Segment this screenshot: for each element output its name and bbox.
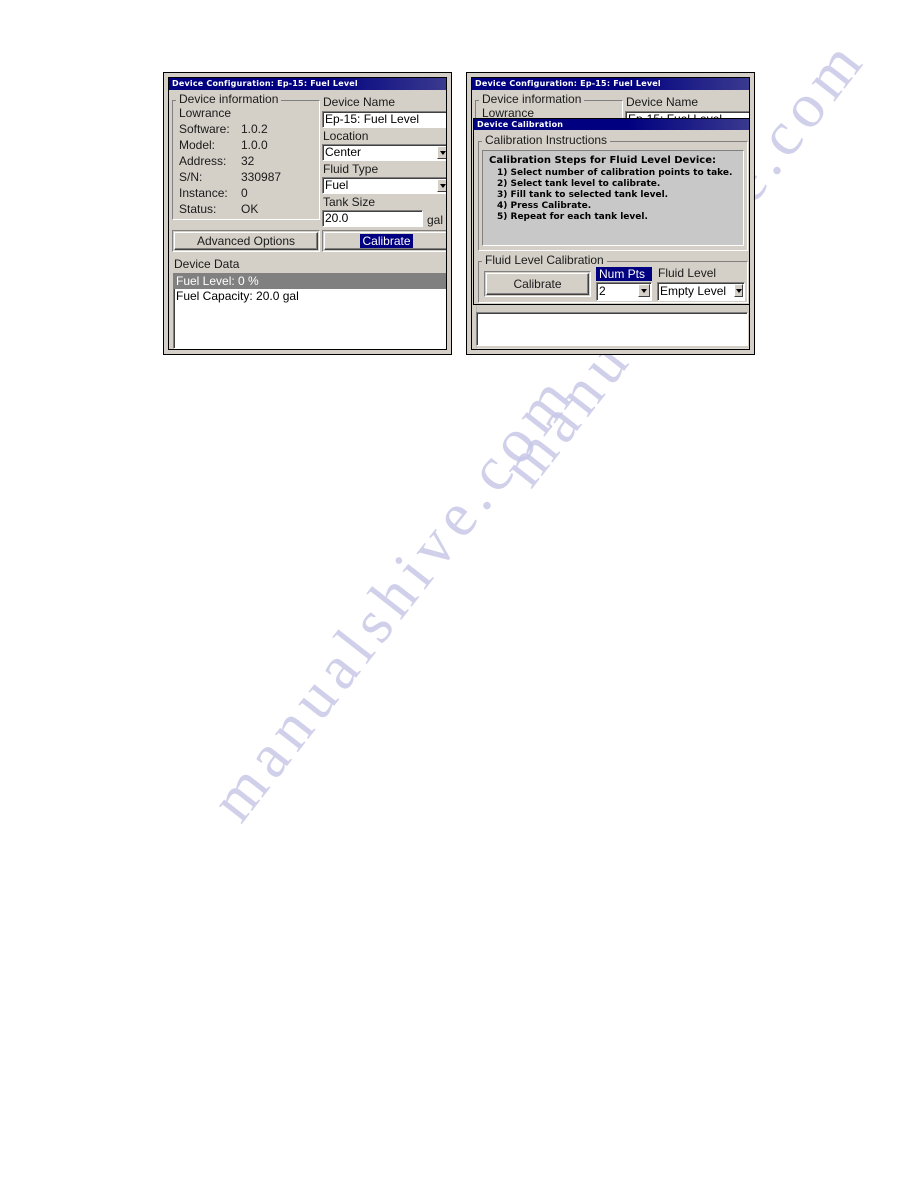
instruction-step: 5) Repeat for each tank level. bbox=[497, 212, 648, 222]
chevron-down-icon[interactable] bbox=[437, 179, 446, 192]
location-dropdown-value: Center bbox=[322, 144, 446, 161]
page-watermark: manualshive.com manualshive.com bbox=[0, 0, 918, 1188]
address-value: 32 bbox=[241, 154, 255, 168]
advanced-options-button[interactable]: Advanced Options bbox=[174, 232, 318, 250]
list-item[interactable]: Fuel Capacity: 20.0 gal bbox=[174, 289, 446, 304]
tank-size-label: Tank Size bbox=[323, 195, 376, 209]
device-calibration-dialog: Device Calibration Calibration Instructi… bbox=[473, 118, 749, 305]
fluid-level-value: Empty Level bbox=[657, 282, 745, 301]
serial-number-value: 330987 bbox=[241, 170, 282, 184]
device-data-label: Device Data bbox=[174, 257, 240, 271]
instructions-heading: Calibration Steps for Fluid Level Device… bbox=[489, 155, 716, 166]
model-value: 1.0.0 bbox=[241, 138, 268, 152]
status-value: OK bbox=[241, 202, 259, 216]
left-device-configuration-window: Device Configuration: Ep-15: Fuel Level … bbox=[163, 72, 452, 355]
tank-size-units: gal bbox=[427, 213, 444, 227]
status-label: Status: bbox=[179, 202, 217, 216]
device-name-label: Device Name bbox=[323, 95, 396, 109]
location-label: Location bbox=[323, 129, 369, 143]
fluid-level-dropdown[interactable]: Empty Level bbox=[657, 282, 745, 301]
fluid-type-dropdown-value: Fuel bbox=[322, 177, 446, 194]
instance-label: Instance: bbox=[179, 186, 228, 200]
calibration-instructions-group-title: Calibration Instructions bbox=[482, 133, 611, 147]
software-label: Software: bbox=[179, 122, 230, 136]
num-pts-label: Num Pts bbox=[596, 267, 652, 281]
status-message-box bbox=[476, 312, 748, 346]
serial-number-label: S/N: bbox=[179, 170, 203, 184]
device-manufacturer: Lowrance bbox=[179, 106, 232, 120]
instruction-step: 3) Fill tank to selected tank level. bbox=[497, 190, 669, 200]
device-name-input[interactable]: Ep-15: Fuel Level bbox=[322, 111, 446, 128]
right-device-configuration-window: Device Configuration: Ep-15: Fuel Level … bbox=[466, 72, 755, 355]
instruction-step: 1) Select number of calibration points t… bbox=[497, 168, 733, 178]
calibrate-button[interactable]: Calibrate bbox=[324, 232, 446, 250]
chevron-down-icon[interactable] bbox=[734, 284, 743, 297]
address-label: Address: bbox=[179, 154, 227, 168]
device-calibration-titlebar: Device Calibration bbox=[474, 119, 749, 130]
watermark-text-1: manualshive.com bbox=[196, 359, 590, 834]
calibrate-button-label: Calibrate bbox=[360, 234, 413, 248]
fluid-level-calibration-group-title: Fluid Level Calibration bbox=[482, 253, 607, 267]
dialog-calibrate-button[interactable]: Calibrate bbox=[486, 273, 589, 295]
fluid-type-dropdown[interactable]: Fuel bbox=[322, 177, 446, 194]
model-label: Model: bbox=[179, 138, 216, 152]
num-pts-dropdown[interactable]: 2 bbox=[596, 282, 652, 301]
left-window-titlebar: Device Configuration: Ep-15: Fuel Level bbox=[169, 78, 446, 90]
left-window-inner: Device Configuration: Ep-15: Fuel Level … bbox=[168, 77, 447, 350]
chevron-down-icon[interactable] bbox=[437, 146, 446, 159]
instruction-step: 2) Select tank level to calibrate. bbox=[497, 179, 661, 189]
calibration-instructions-panel: Calibration Steps for Fluid Level Device… bbox=[482, 150, 744, 246]
device-data-list[interactable]: Fuel Level: 0 % Fuel Capacity: 20.0 gal bbox=[173, 273, 446, 349]
list-item[interactable]: Fuel Level: 0 % bbox=[174, 274, 446, 289]
tank-size-input[interactable]: 20.0 bbox=[322, 210, 423, 227]
location-dropdown[interactable]: Center bbox=[322, 144, 446, 161]
software-value: 1.0.2 bbox=[241, 122, 268, 136]
device-information-group-title: Device information bbox=[176, 92, 282, 106]
instance-value: 0 bbox=[241, 186, 248, 200]
right-window-inner: Device Configuration: Ep-15: Fuel Level … bbox=[471, 77, 750, 350]
fluid-type-label: Fluid Type bbox=[323, 162, 379, 176]
chevron-down-icon[interactable] bbox=[638, 284, 650, 297]
fluid-level-label: Fluid Level bbox=[658, 266, 717, 280]
instruction-step: 4) Press Calibrate. bbox=[497, 201, 592, 211]
